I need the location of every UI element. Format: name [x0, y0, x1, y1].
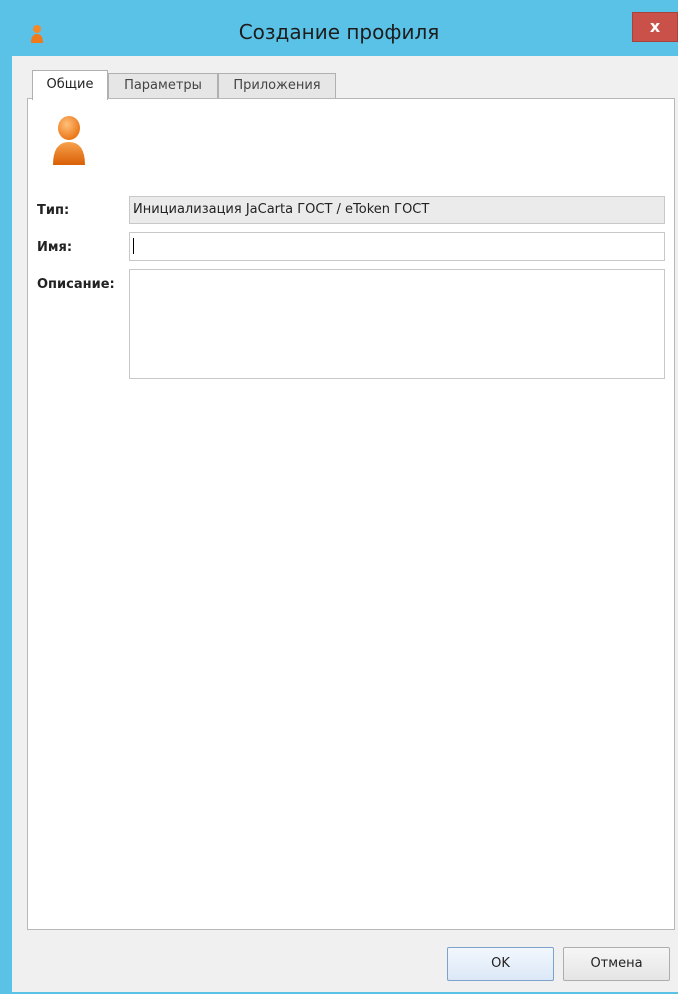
description-label: Описание: — [37, 277, 115, 292]
cancel-button[interactable]: Отмена — [563, 947, 670, 981]
name-input[interactable] — [129, 232, 665, 261]
tab-applications[interactable]: Приложения — [218, 73, 336, 98]
window-title: Создание профиля — [238, 20, 440, 44]
user-profile-icon — [53, 116, 85, 165]
type-label: Тип: — [37, 203, 70, 218]
description-textarea[interactable] — [129, 269, 665, 379]
name-label: Имя: — [37, 240, 73, 255]
close-button[interactable]: x — [632, 12, 678, 42]
tab-parameters[interactable]: Параметры — [108, 73, 218, 98]
ok-button[interactable]: OK — [447, 947, 554, 981]
dialog-window: Создание профиля x Общие Параметры Прило… — [0, 0, 678, 994]
title-bar[interactable]: Создание профиля x — [0, 0, 678, 56]
tab-general[interactable]: Общие — [32, 70, 108, 100]
text-cursor — [133, 237, 134, 254]
tab-panel-general: Тип: Инициализация JaCarta ГОСТ / eToken… — [27, 98, 675, 930]
type-field: Инициализация JaCarta ГОСТ / eToken ГОСТ — [129, 196, 665, 224]
dialog-body: Общие Параметры Приложения Тип: Инициали… — [12, 56, 678, 992]
